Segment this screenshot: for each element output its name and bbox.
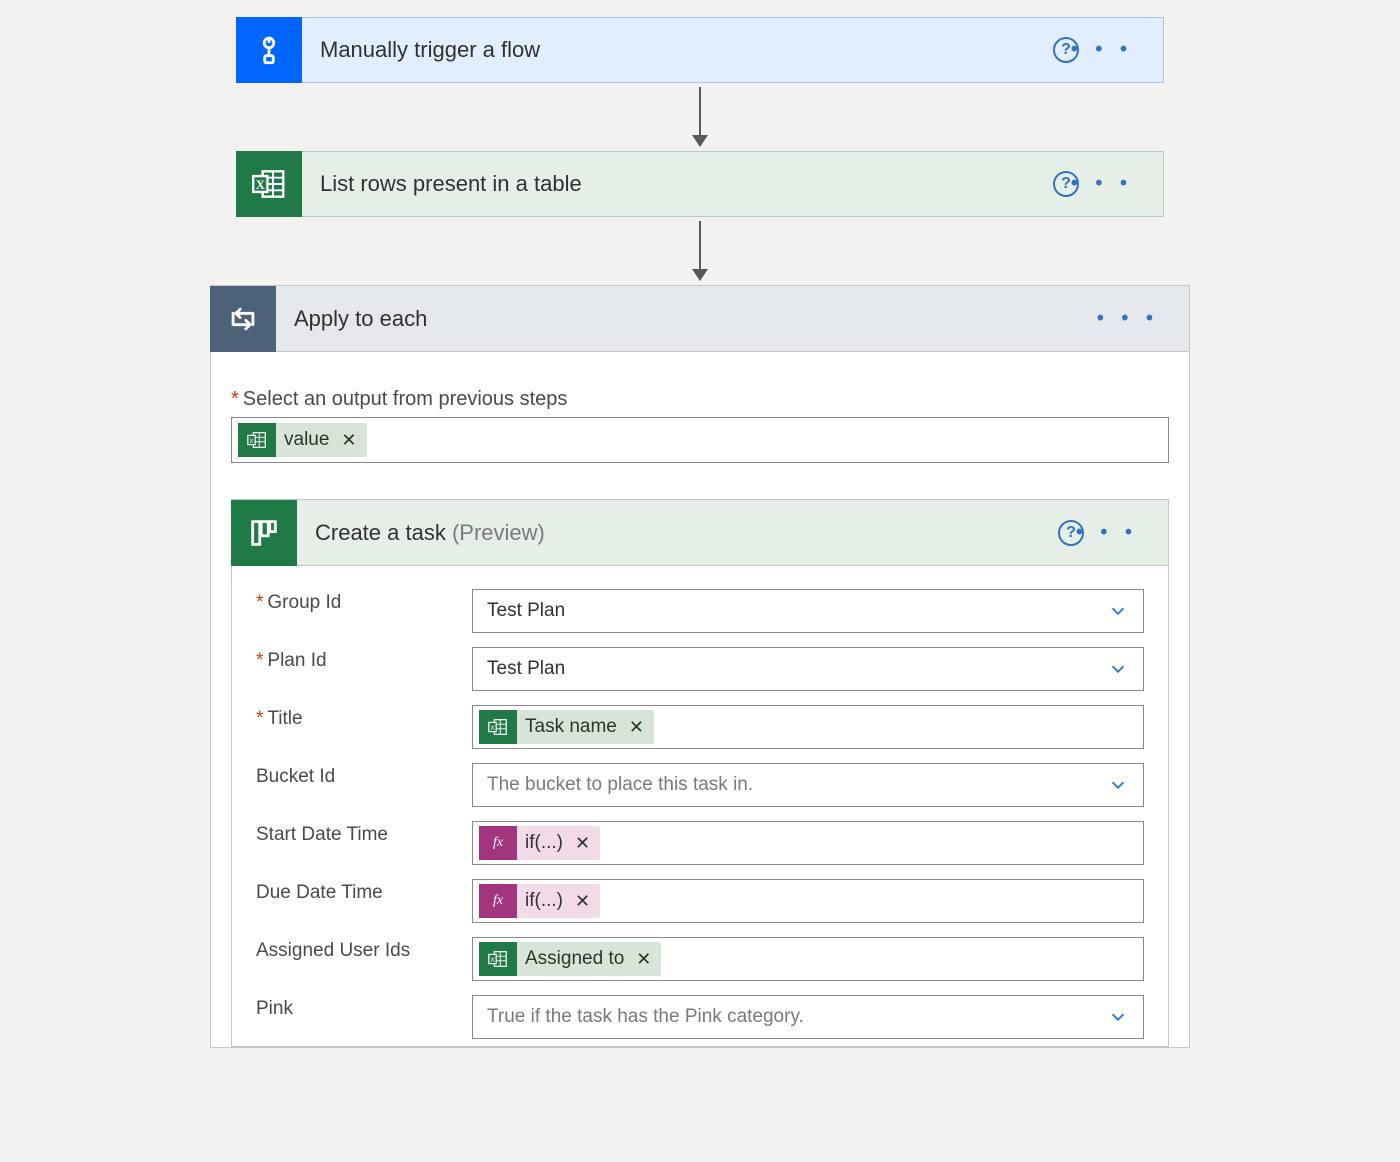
step-title: Manually trigger a flow: [320, 37, 540, 63]
token-label: if(...): [525, 832, 563, 854]
token-assigned-to[interactable]: X Assigned to ✕: [479, 942, 661, 976]
more-icon[interactable]: • • •: [1076, 521, 1138, 544]
more-icon[interactable]: • • •: [1071, 173, 1133, 196]
token-expression[interactable]: fx if(...) ✕: [479, 826, 600, 860]
field-label: Plan Id: [267, 650, 326, 671]
field-label: Assigned User Ids: [256, 940, 410, 961]
token-label: Assigned to: [525, 948, 624, 970]
excel-icon: X: [479, 710, 517, 744]
token-task-name[interactable]: X Task name ✕: [479, 710, 654, 744]
fx-icon: fx: [479, 884, 517, 918]
token-label: if(...): [525, 890, 563, 912]
title-input[interactable]: X Task name ✕: [472, 705, 1144, 749]
assigned-input[interactable]: X Assigned to ✕: [472, 937, 1144, 981]
close-icon[interactable]: ✕: [629, 717, 644, 738]
close-icon[interactable]: ✕: [575, 833, 590, 854]
loop-icon: [210, 286, 276, 352]
field-assigned: Assigned User Ids X Assigned to ✕: [256, 930, 1144, 988]
token-label: Task name: [525, 716, 617, 738]
chevron-down-icon: [1107, 1006, 1129, 1028]
more-icon[interactable]: • • •: [1097, 307, 1159, 330]
plan-id-select[interactable]: Test Plan: [472, 647, 1144, 691]
connector-arrow: [236, 217, 1164, 285]
select-value: Test Plan: [487, 600, 565, 622]
step-apply-to-each: Apply to each • • • *Select an output fr…: [210, 285, 1190, 1048]
due-date-input[interactable]: fx if(...) ✕: [472, 879, 1144, 923]
step-create-task: Create a task (Preview) ? • • • *Group I…: [231, 499, 1169, 1047]
group-id-select[interactable]: Test Plan: [472, 589, 1144, 633]
select-value: Test Plan: [487, 658, 565, 680]
token-expression[interactable]: fx if(...) ✕: [479, 884, 600, 918]
pink-select[interactable]: True if the task has the Pink category.: [472, 995, 1144, 1039]
excel-icon: X: [479, 942, 517, 976]
chevron-down-icon: [1107, 600, 1129, 622]
planner-icon: [231, 500, 297, 566]
field-start-date: Start Date Time fx if(...) ✕: [256, 814, 1144, 872]
field-label: Title: [267, 708, 302, 729]
field-title: *Title X Task name ✕: [256, 698, 1144, 756]
select-placeholder: The bucket to place this task in.: [487, 774, 753, 796]
field-label: Bucket Id: [256, 766, 335, 787]
token-value[interactable]: X value ✕: [238, 423, 367, 457]
field-due-date: Due Date Time fx if(...) ✕: [256, 872, 1144, 930]
field-label: Start Date Time: [256, 824, 388, 845]
step-trigger[interactable]: Manually trigger a flow ? • • •: [236, 17, 1164, 83]
bucket-id-select[interactable]: The bucket to place this task in.: [472, 763, 1144, 807]
chevron-down-icon: [1107, 658, 1129, 680]
field-label: Due Date Time: [256, 882, 383, 903]
fx-icon: fx: [479, 826, 517, 860]
field-plan-id: *Plan Id Test Plan: [256, 640, 1144, 698]
trigger-icon: [236, 17, 302, 83]
step-title: Apply to each: [294, 306, 427, 332]
svg-text:X: X: [256, 178, 265, 192]
field-pink: Pink True if the task has the Pink categ…: [256, 988, 1144, 1046]
svg-text:X: X: [490, 957, 495, 964]
step-title: Create a task (Preview): [315, 520, 545, 546]
excel-icon: X: [238, 423, 276, 457]
field-label: Group Id: [267, 592, 341, 613]
select-output-label: *Select an output from previous steps: [231, 388, 1169, 411]
field-bucket-id: Bucket Id The bucket to place this task …: [256, 756, 1144, 814]
close-icon[interactable]: ✕: [341, 430, 356, 451]
field-group-id: *Group Id Test Plan: [256, 582, 1144, 640]
svg-text:X: X: [249, 438, 254, 445]
apply-to-each-header[interactable]: Apply to each • • •: [211, 286, 1189, 352]
chevron-down-icon: [1107, 774, 1129, 796]
token-label: value: [284, 429, 329, 451]
svg-text:X: X: [490, 725, 495, 732]
close-icon[interactable]: ✕: [636, 949, 651, 970]
step-list-rows[interactable]: X List rows present in a table ? • • •: [236, 151, 1164, 217]
start-date-input[interactable]: fx if(...) ✕: [472, 821, 1144, 865]
select-output-input[interactable]: X value ✕: [231, 417, 1169, 463]
select-placeholder: True if the task has the Pink category.: [487, 1006, 804, 1028]
step-title: List rows present in a table: [320, 171, 582, 197]
connector-arrow: [236, 83, 1164, 151]
close-icon[interactable]: ✕: [575, 891, 590, 912]
field-label: Pink: [256, 998, 293, 1019]
more-icon[interactable]: • • •: [1071, 39, 1133, 62]
create-task-header[interactable]: Create a task (Preview) ? • • •: [232, 500, 1168, 566]
excel-icon: X: [236, 151, 302, 217]
